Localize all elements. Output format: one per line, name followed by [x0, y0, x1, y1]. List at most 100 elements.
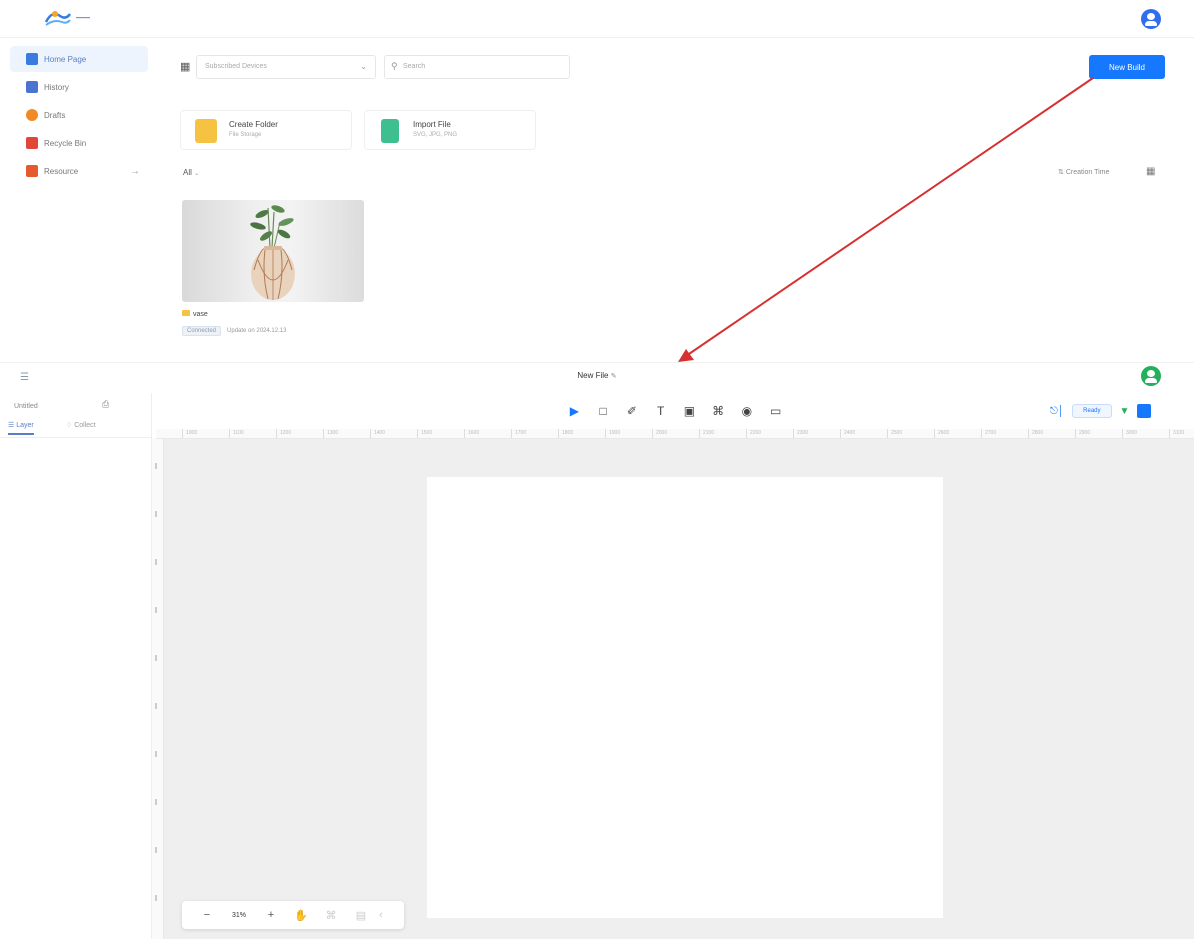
user-avatar[interactable] — [1141, 366, 1161, 386]
ruler-tick-mark — [1028, 429, 1029, 438]
ruler-tick-mark — [155, 895, 157, 901]
editor-screen: ☰ New File ✎ Untitled ⎙ ☰ Layer ♢ Collec… — [0, 362, 1194, 939]
tab-layer[interactable]: ☰ Layer — [8, 421, 34, 435]
component-tool-icon[interactable]: ⌘ — [704, 401, 733, 421]
align-icon[interactable]: ⎋│ — [1050, 406, 1064, 417]
ruler-tick-mark — [934, 429, 935, 438]
text-tool-icon[interactable]: T — [646, 401, 675, 421]
artboard[interactable] — [427, 477, 943, 918]
ruler-tick-mark — [155, 559, 157, 565]
ruler-tick-mark — [840, 429, 841, 438]
ruler-tick-label: 1900 — [609, 430, 621, 436]
edit-pencil-icon[interactable]: ✎ — [611, 373, 617, 380]
sort-icon: ⇅ — [1058, 169, 1064, 176]
sidebar-item-history[interactable]: History — [10, 74, 148, 100]
ruler-tick-label: 1200 — [280, 430, 292, 436]
device-icon[interactable] — [1137, 404, 1152, 418]
all-filter-dropdown[interactable]: All ⌄ — [183, 168, 199, 177]
file-title-text: New File — [577, 371, 609, 380]
zoom-in-button[interactable]: + — [256, 909, 286, 921]
layout-toggle-icon[interactable]: ▦ — [1146, 166, 1155, 177]
ruler-tick-label: 2800 — [1032, 430, 1044, 436]
ruler-tick-mark — [182, 429, 183, 438]
sidebar-item-drafts[interactable]: Drafts — [10, 102, 148, 128]
project-name-text: vase — [193, 311, 208, 318]
chevron-down-icon: ⌄ — [194, 171, 200, 177]
logo-wordmark: —— — [76, 14, 90, 22]
sidebar-item-resource[interactable]: Resource → — [10, 158, 148, 184]
app-logo[interactable]: —— — [44, 8, 90, 28]
ruler-tick-mark — [417, 429, 418, 438]
ruler-tick-label: 1300 — [327, 430, 339, 436]
divider — [0, 437, 152, 438]
quick-card-title: Import File — [413, 120, 451, 129]
fit-screen-icon[interactable]: ⌘ — [316, 909, 346, 922]
shape-tool-icon[interactable]: ▭ — [761, 401, 790, 421]
ruler-tick-mark — [511, 429, 512, 438]
ruler-tick-mark — [652, 429, 653, 438]
mode-chip[interactable]: Ready — [1072, 404, 1112, 418]
folder-icon — [195, 119, 217, 143]
search-placeholder: Search — [403, 63, 426, 70]
ruler-tick-mark — [1122, 429, 1123, 438]
ruler-tick-mark — [155, 703, 157, 709]
sidebar-item-home[interactable]: Home Page — [10, 46, 148, 72]
layer-icon: ☰ — [8, 422, 17, 429]
device-select[interactable]: Subscribed Devices ⌄ — [196, 55, 376, 79]
vertical-ruler — [152, 439, 164, 939]
minimap-icon[interactable]: ▤ — [346, 909, 376, 922]
ruler-tick-mark — [155, 607, 157, 613]
sidebar: Home Page History Drafts Recycle Bin Res… — [10, 44, 148, 354]
ruler-tick-label: 2400 — [844, 430, 856, 436]
ruler-tick-mark — [155, 847, 157, 853]
search-input[interactable]: ⚲ Search — [384, 55, 570, 79]
zoom-level[interactable]: 31% — [222, 912, 256, 919]
project-meta: Connected Update on 2024.12.13 — [182, 326, 286, 336]
frame-tool-icon[interactable]: ▣ — [675, 401, 704, 421]
zoom-out-button[interactable]: − — [192, 909, 222, 921]
hand-tool-icon[interactable]: ✋ — [286, 909, 316, 922]
ruler-tick-mark — [1169, 429, 1170, 438]
sidebar-item-label: Recycle Bin — [44, 138, 87, 148]
ruler-tick-mark — [155, 751, 157, 757]
logo-mark-icon — [44, 11, 72, 26]
select-tool-icon[interactable]: ▶ — [560, 401, 589, 421]
ruler-tick-mark — [981, 429, 982, 438]
import-file-card[interactable]: Import File SVG, JPG, PNG — [364, 110, 536, 150]
ruler-tick-mark — [1075, 429, 1076, 438]
ruler-tick-label: 2700 — [985, 430, 997, 436]
search-icon: ⚲ — [391, 61, 398, 71]
recycle-bin-icon — [26, 137, 38, 149]
rectangle-tool-icon[interactable]: □ — [589, 401, 618, 421]
canvas-workspace[interactable] — [164, 439, 1194, 939]
zoom-bar: − 31% + ✋ ⌘ ▤ ‹ — [182, 901, 404, 929]
sidebar-item-label: Home Page — [44, 54, 87, 64]
tab-collect[interactable]: ♢ Collect — [66, 421, 96, 429]
history-icon — [26, 81, 38, 93]
user-avatar[interactable] — [1141, 9, 1161, 29]
pen-tool-icon[interactable]: ✐ — [618, 401, 647, 421]
project-updated-date: Update on 2024.12.13 — [227, 328, 287, 334]
create-folder-card[interactable]: Create Folder File Storage — [180, 110, 352, 150]
ruler-tick-label: 2000 — [656, 430, 668, 436]
new-build-button[interactable]: New Build — [1089, 55, 1165, 79]
project-name[interactable]: vase — [182, 310, 208, 318]
ruler-tick-mark — [793, 429, 794, 438]
ruler-tick-label: 1700 — [515, 430, 527, 436]
ruler-tick-mark — [370, 429, 371, 438]
sidebar-item-recycle-bin[interactable]: Recycle Bin — [10, 130, 148, 156]
chevron-right-icon: → — [130, 165, 140, 177]
file-title[interactable]: New File ✎ — [0, 371, 1194, 380]
sidebar-item-label: Resource — [44, 166, 79, 176]
ruler-tick-mark — [464, 429, 465, 438]
layer-panel: Untitled ⎙ ☰ Layer ♢ Collect — [0, 393, 152, 939]
wifi-icon[interactable]: ▼ — [1120, 406, 1130, 417]
sort-by-creation-time[interactable]: ⇅ Creation Time — [1058, 168, 1109, 176]
collapse-chevron-icon[interactable]: ‹ — [376, 909, 386, 921]
collect-icon: ♢ — [66, 422, 75, 429]
image-tool-icon[interactable]: ◉ — [733, 401, 762, 421]
ruler-tick-label: 1400 — [374, 430, 386, 436]
device-select-placeholder: Subscribed Devices — [205, 63, 267, 70]
project-thumbnail[interactable] — [182, 200, 364, 302]
copy-icon[interactable]: ⎙ — [102, 399, 109, 410]
